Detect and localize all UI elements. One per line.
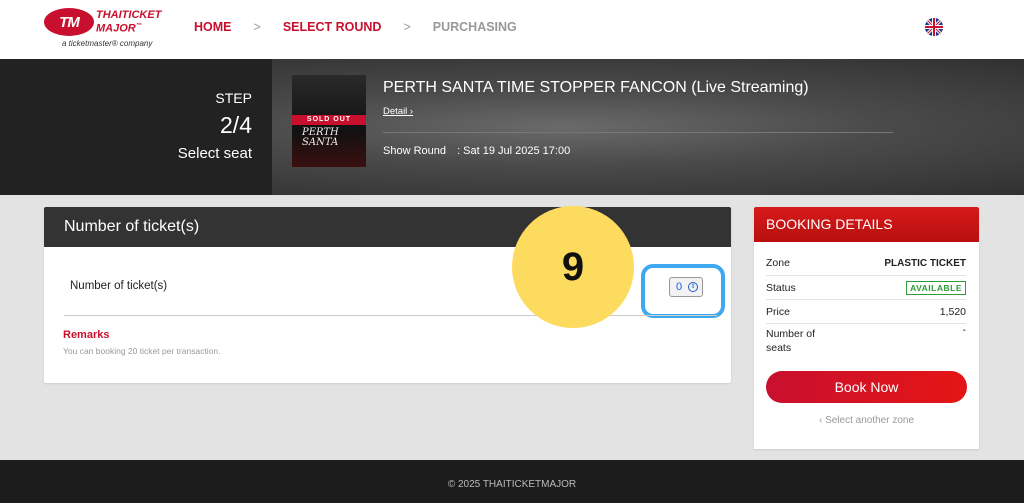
- booking-row-status: Status AVAILABLE: [766, 276, 966, 300]
- seats-value: -: [962, 324, 967, 336]
- zone-label: Zone: [766, 257, 790, 269]
- status-label: Status: [766, 281, 796, 294]
- ticket-count-label: Number of ticket(s): [70, 280, 168, 292]
- logo-tagline: a ticketmaster® company: [62, 39, 153, 48]
- select-another-zone-link[interactable]: ‹ Select another zone: [754, 415, 979, 426]
- breadcrumb-separator: >: [253, 20, 261, 34]
- seats-label: Number of seats: [766, 327, 816, 354]
- event-title: PERTH SANTA TIME STOPPER FANCON (Live St…: [383, 79, 809, 96]
- remarks-text: You can booking 20 ticket per transactio…: [63, 346, 221, 356]
- sold-out-badge: SOLD OUT: [292, 115, 366, 125]
- zone-value: PLASTIC TICKET: [884, 257, 966, 269]
- booking-row-seats: Number of seats -: [766, 324, 966, 357]
- price-label: Price: [766, 305, 790, 318]
- logo-badge: TM: [44, 8, 94, 36]
- copyright-text: © 2025 THAITICKETMAJOR: [447, 479, 577, 490]
- site-header: TM THAITICKET MAJOR™ a ticketmaster® com…: [0, 0, 1024, 59]
- status-badge: AVAILABLE: [906, 280, 966, 295]
- poster-title: PERTH SANTA: [302, 127, 339, 148]
- site-logo[interactable]: TM THAITICKET MAJOR™ a ticketmaster® com…: [44, 8, 184, 52]
- event-banner: STEP 2/4 Select seat SOLD OUT PERTH SANT…: [0, 59, 1024, 195]
- detail-link[interactable]: Detail ›: [383, 106, 413, 117]
- breadcrumb-purchasing: PURCHASING: [432, 20, 517, 34]
- booking-row-price: Price 1,520: [766, 300, 966, 324]
- book-now-button[interactable]: Book Now: [766, 371, 967, 403]
- step-description: Select seat: [177, 145, 252, 162]
- event-poster: SOLD OUT PERTH SANTA: [292, 75, 366, 167]
- step-panel: STEP 2/4 Select seat: [0, 59, 272, 195]
- breadcrumb-separator: >: [403, 20, 411, 34]
- site-footer: © 2025 THAITICKETMAJOR: [0, 460, 1024, 503]
- breadcrumb-select-round[interactable]: SELECT ROUND: [283, 20, 382, 34]
- booking-heading: BOOKING DETAILS: [754, 207, 979, 242]
- price-value: 1,520: [939, 305, 966, 318]
- show-round-value: : Sat 19 Jul 2025 17:00: [457, 145, 571, 157]
- remarks-title: Remarks: [63, 329, 110, 341]
- ticket-count-card: Number of ticket(s) Number of ticket(s) …: [44, 207, 731, 383]
- booking-row-zone: Zone PLASTIC TICKET: [766, 251, 966, 276]
- booking-details-panel: BOOKING DETAILS Zone PLASTIC TICKET Stat…: [754, 207, 979, 449]
- breadcrumb: HOME > SELECT ROUND > PURCHASING: [194, 20, 517, 34]
- show-round: Show Round : Sat 19 Jul 2025 17:00: [383, 145, 570, 157]
- highlight-ring: [641, 264, 725, 318]
- uk-flag-icon[interactable]: [925, 18, 943, 36]
- breadcrumb-home[interactable]: HOME: [194, 20, 232, 34]
- step-label: STEP: [215, 90, 252, 106]
- divider: [383, 132, 893, 133]
- step-number: 2/4: [220, 112, 252, 138]
- divider: [64, 315, 717, 316]
- step-indicator-badge: 9: [512, 206, 634, 328]
- logo-name: THAITICKET MAJOR™: [96, 9, 162, 35]
- show-round-label: Show Round: [383, 145, 446, 157]
